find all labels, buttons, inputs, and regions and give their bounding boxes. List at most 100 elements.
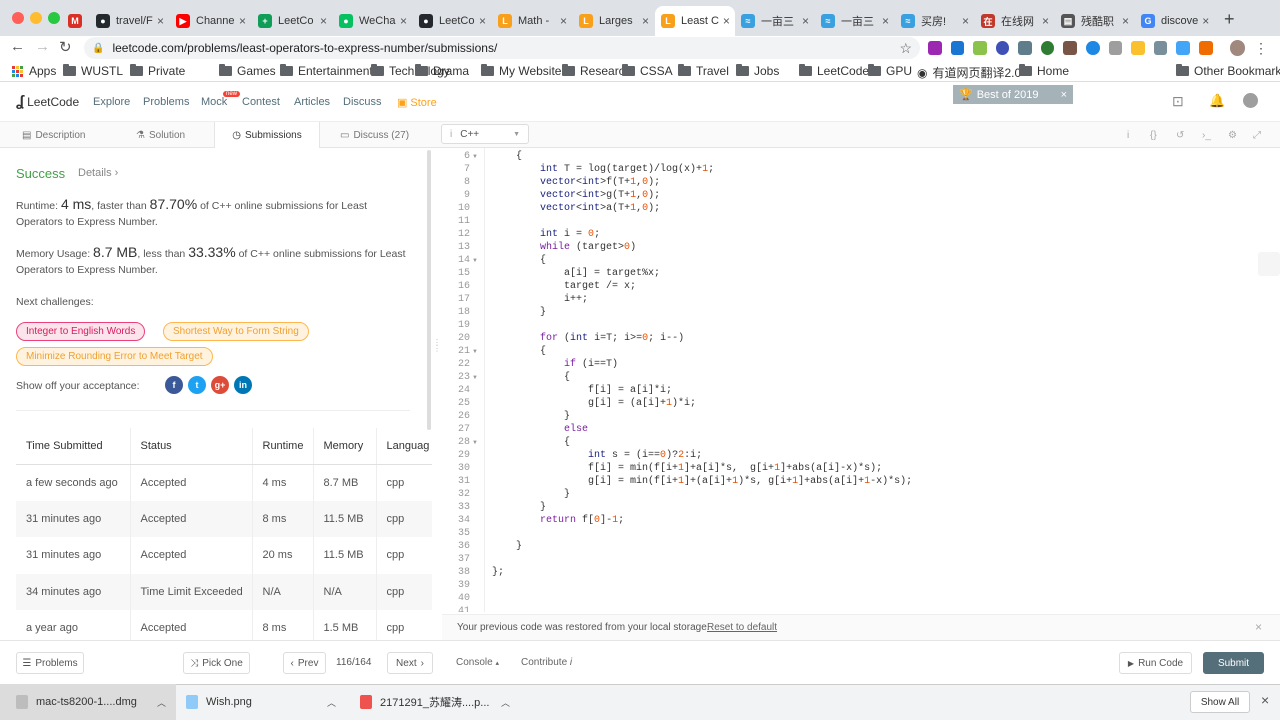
challenge-tag-medium[interactable]: Shortest Way to Form String: [163, 322, 309, 341]
bookmark-item[interactable]: My Website: [481, 64, 561, 78]
close-tab-icon[interactable]: ×: [719, 14, 730, 28]
linkedin-icon[interactable]: in: [234, 376, 252, 394]
next-button[interactable]: Next ›: [387, 652, 433, 674]
table-cell[interactable]: Accepted: [130, 464, 253, 501]
browser-tab[interactable]: 在在线网 ×: [975, 6, 1055, 36]
close-tab-icon[interactable]: ×: [153, 14, 164, 28]
tab-solution[interactable]: ⚗ Solution: [136, 122, 185, 148]
settings-gear-icon[interactable]: ⚙: [1228, 130, 1237, 141]
close-tab-icon[interactable]: ×: [475, 14, 486, 28]
code-line[interactable]: int s = (i==0)?2:i;: [492, 450, 702, 461]
bookmark-item[interactable]: Travel: [678, 64, 729, 78]
notification-bell-icon[interactable]: 🔔: [1209, 93, 1225, 109]
bookmark-item[interactable]: Home: [1019, 64, 1069, 78]
extension-icon[interactable]: [1040, 41, 1055, 55]
table-row[interactable]: a few seconds ago Accepted 4 ms 8.7 MB cpp: [16, 464, 432, 501]
chevron-up-icon[interactable]: ︿: [327, 696, 336, 709]
code-line[interactable]: {: [492, 437, 570, 448]
user-avatar-icon[interactable]: [1243, 93, 1258, 108]
table-cell[interactable]: Accepted: [130, 537, 253, 574]
browser-tab[interactable]: ● LeetCo ×: [413, 6, 492, 36]
extension-icon[interactable]: [1086, 41, 1100, 55]
playground-icon[interactable]: ⊡: [1172, 93, 1184, 110]
download-item[interactable]: mac-ts8200-1....dmg ︿: [0, 684, 176, 720]
bookmark-item[interactable]: Games: [219, 64, 276, 78]
fold-arrow-icon[interactable]: ▼: [472, 154, 478, 160]
pane-resize-handle[interactable]: ⋮ ⋮: [433, 339, 441, 380]
profile-avatar[interactable]: [1229, 40, 1246, 56]
extension-icon[interactable]: [1198, 41, 1213, 55]
browser-tab[interactable]: L Larges ×: [573, 6, 655, 36]
table-row[interactable]: 31 minutes ago Accepted 8 ms 11.5 MB cpp: [16, 500, 432, 537]
run-code-button[interactable]: ▶ Run Code: [1119, 652, 1192, 674]
code-line[interactable]: int T = log(target)/log(x)+1;: [492, 164, 714, 175]
address-bar[interactable]: 🔒 leetcode.com/problems/least-operators-…: [84, 37, 920, 59]
braces-icon[interactable]: {}: [1150, 130, 1157, 141]
challenge-tag-medium[interactable]: Minimize Rounding Error to Meet Target: [16, 347, 213, 366]
bookmark-item[interactable]: WUSTL: [63, 64, 123, 78]
info-icon[interactable]: i: [1127, 130, 1129, 141]
pick-one-button[interactable]: ⤨ Pick One: [183, 652, 250, 674]
chevron-up-icon[interactable]: ︿: [501, 696, 510, 709]
code-line[interactable]: int i = 0;: [492, 229, 600, 240]
twitter-icon[interactable]: t: [188, 376, 206, 394]
close-tab-icon[interactable]: ×: [1038, 14, 1049, 28]
close-icon[interactable]: ×: [1061, 89, 1067, 101]
tab-submissions[interactable]: ◷ Submissions: [214, 122, 320, 149]
code-line[interactable]: return f[0]-1;: [492, 515, 624, 526]
code-line[interactable]: target /= x;: [492, 281, 636, 292]
close-icon[interactable]: ×: [1255, 620, 1262, 634]
code-line[interactable]: }: [492, 307, 546, 318]
code-line[interactable]: if (i==T): [492, 359, 618, 370]
browser-tab[interactable]: ▶ Channe ×: [170, 6, 252, 36]
bookmark-item[interactable]: GPU: [868, 64, 912, 78]
details-link[interactable]: Details ›: [78, 167, 118, 179]
bookmark-item[interactable]: CSSA: [622, 64, 673, 78]
code-editor[interactable]: 6 ▼ {7 int T = log(target)/log(x)+1; 8 vec…: [442, 148, 1280, 612]
show-all-downloads-button[interactable]: Show All: [1190, 691, 1250, 713]
browser-tab[interactable]: + LeetCo ×: [252, 6, 333, 36]
code-line[interactable]: for (int i=T; i>=0; i--): [492, 333, 684, 344]
extension-icon[interactable]: [1131, 41, 1145, 55]
column-header[interactable]: Languag: [376, 428, 432, 465]
code-line[interactable]: {: [492, 372, 570, 383]
best-of-2019-banner[interactable]: 🏆 Best of 2019 ×: [953, 85, 1073, 104]
bookmark-item[interactable]: Drama: [415, 64, 469, 78]
browser-tab[interactable]: M: [62, 6, 90, 36]
minimize-window-button[interactable]: [30, 12, 42, 24]
nav-discuss[interactable]: Discuss: [343, 96, 382, 108]
close-tab-icon[interactable]: ×: [556, 14, 567, 28]
nav-explore[interactable]: Explore: [93, 96, 130, 108]
code-line[interactable]: }: [492, 502, 546, 513]
close-tab-icon[interactable]: ×: [798, 14, 809, 28]
code-line[interactable]: {: [492, 346, 546, 357]
reset-icon[interactable]: ↺: [1176, 130, 1184, 141]
code-line[interactable]: }: [492, 541, 522, 552]
browser-tab[interactable]: ● travel/F ×: [90, 6, 170, 36]
extension-icon[interactable]: [928, 41, 942, 55]
close-tab-icon[interactable]: ×: [1198, 14, 1209, 28]
browser-tab[interactable]: ≈ 一亩三 ×: [815, 6, 895, 36]
problems-list-button[interactable]: ☰ Problems: [16, 652, 84, 674]
submit-button[interactable]: Submit: [1203, 652, 1264, 674]
extension-icon[interactable]: [995, 41, 1010, 55]
close-tab-icon[interactable]: ×: [958, 14, 969, 28]
code-line[interactable]: {: [492, 255, 546, 266]
bookmark-item[interactable]: Research: [562, 64, 631, 78]
nav-articles[interactable]: Articles: [294, 96, 330, 108]
nav-store[interactable]: ▣ Store: [397, 96, 437, 110]
close-tab-icon[interactable]: ×: [638, 14, 649, 28]
column-header[interactable]: Status: [130, 428, 253, 465]
google-plus-icon[interactable]: g+: [211, 376, 229, 394]
close-tab-icon[interactable]: ×: [1118, 14, 1129, 28]
extension-icon[interactable]: [973, 41, 987, 55]
fold-arrow-icon[interactable]: ▼: [472, 440, 478, 446]
browser-tab[interactable]: L Least C ×: [655, 6, 735, 36]
reset-to-default-link[interactable]: Reset to default: [707, 622, 777, 633]
code-line[interactable]: vector<int>g(T+1,0);: [492, 190, 660, 201]
star-bookmark-icon[interactable]: ☆: [899, 40, 912, 57]
download-item[interactable]: 2171291_苏耀涛....p... ︿: [360, 684, 520, 720]
close-window-button[interactable]: [12, 12, 24, 24]
prev-button[interactable]: ‹ Prev: [283, 652, 326, 674]
code-line[interactable]: f[i] = a[i]*i;: [492, 385, 672, 396]
